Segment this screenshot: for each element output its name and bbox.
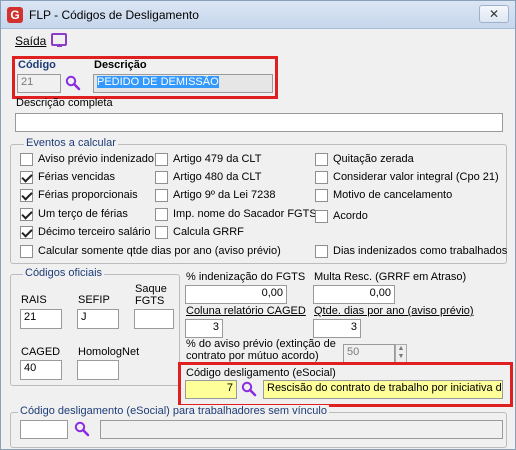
window-title: FLP - Códigos de Desligamento [29, 8, 199, 22]
label-artigo-479: Artigo 479 da CLT [173, 153, 262, 165]
rais-field[interactable]: 21 [20, 309, 62, 329]
label-um-terco-ferias: Um terço de férias [38, 208, 128, 220]
caged-label: CAGED [21, 346, 61, 358]
homolognet-label: HomologNet [78, 346, 140, 358]
spin-up-icon[interactable]: ▲ [396, 345, 406, 353]
label-imp-nome-sacador: Imp. nome do Sacador FGTS [173, 208, 317, 220]
highlight-box-header [12, 56, 278, 99]
caged-field[interactable]: 40 [20, 360, 62, 380]
eventos-group-title: Eventos a calcular [24, 137, 118, 149]
qtde-dias-label: Qtde. dias por ano (aviso prévio) [314, 305, 474, 317]
checkbox-artigo-480[interactable] [155, 171, 168, 184]
multa-resc-field[interactable]: 0,00 [313, 285, 395, 304]
sem-vinculo-label: Código desligamento (eSocial) para traba… [18, 405, 329, 417]
label-decimo-terceiro: Décimo terceiro salário [38, 226, 151, 238]
checkbox-decimo-terceiro[interactable] [20, 226, 33, 239]
label-ferias-proporcionais: Férias proporcionais [38, 189, 138, 201]
sem-vinculo-description-field[interactable] [100, 420, 503, 439]
menu-item-saida[interactable]: Saída [15, 34, 46, 48]
close-button[interactable]: ✕ [479, 5, 509, 23]
pct-aviso-label-2: contrato por mútuo acordo) [186, 350, 319, 362]
descricao-completa-label: Descrição completa [16, 97, 113, 109]
label-ferias-vencidas: Férias vencidas [38, 171, 116, 183]
multa-resc-label: Multa Resc. (GRRF em Atraso) [314, 271, 467, 283]
app-logo-icon: G [7, 7, 23, 23]
codigos-oficiais-title: Códigos oficiais [23, 267, 105, 279]
pct-aviso-field[interactable]: 50 [343, 344, 395, 363]
saque-label-2: FGTS [135, 295, 165, 307]
sem-vinculo-search-icon[interactable] [74, 421, 90, 437]
checkbox-dias-indenizados[interactable] [315, 245, 328, 258]
app-window: G FLP - Códigos de Desligamento ✕ Saída … [0, 0, 516, 450]
coluna-caged-label: Coluna relatório CAGED [186, 305, 306, 317]
checkbox-quitacao-zerada[interactable] [315, 153, 328, 166]
descricao-completa-field[interactable] [15, 113, 503, 132]
checkbox-um-terco-ferias[interactable] [20, 208, 33, 221]
label-artigo-9: Artigo 9º da Lei 7238 [173, 189, 276, 201]
sefip-field[interactable]: J [77, 309, 119, 329]
label-acordo: Acordo [333, 210, 368, 222]
checkbox-aviso-previo[interactable] [20, 153, 33, 166]
label-considerar-valor: Considerar valor integral (Cpo 21) [333, 171, 499, 183]
checkbox-calcula-grrf[interactable] [155, 226, 168, 239]
saque-field[interactable] [134, 309, 174, 329]
qtde-dias-field[interactable]: 3 [313, 319, 361, 338]
checkbox-artigo-9[interactable] [155, 189, 168, 202]
label-dias-indenizados: Dias indenizados como trabalhados [333, 245, 508, 257]
indenizacao-fgts-field[interactable]: 0,00 [185, 285, 287, 304]
checkbox-ferias-proporcionais[interactable] [20, 189, 33, 202]
monitor-icon[interactable] [51, 33, 67, 47]
spin-down-icon[interactable]: ▼ [396, 353, 406, 361]
checkbox-imp-nome-sacador[interactable] [155, 208, 168, 221]
label-calcular-somente: Calcular somente qtde dias por ano (avis… [38, 245, 281, 257]
checkbox-calcular-somente[interactable] [20, 245, 33, 258]
checkbox-ferias-vencidas[interactable] [20, 171, 33, 184]
label-calcula-grrf: Calcula GRRF [173, 226, 244, 238]
homolognet-field[interactable] [77, 360, 119, 380]
highlight-box-esocial [178, 362, 513, 407]
pct-aviso-spinner[interactable]: ▲ ▼ [395, 344, 407, 363]
pct-aviso-label-1: % do aviso prévio (extinção de [186, 338, 336, 350]
label-artigo-480: Artigo 480 da CLT [173, 171, 262, 183]
saque-label-1: Saque [135, 283, 167, 295]
label-aviso-previo: Aviso prévio indenizado [38, 153, 154, 165]
title-bar: G FLP - Códigos de Desligamento ✕ [1, 1, 515, 29]
sem-vinculo-code-field[interactable] [20, 420, 68, 439]
coluna-caged-field[interactable]: 3 [185, 319, 223, 338]
label-quitacao-zerada: Quitação zerada [333, 153, 414, 165]
indenizacao-fgts-label: % indenização do FGTS [186, 271, 306, 283]
sefip-label: SEFIP [78, 294, 110, 306]
label-motivo-cancelamento: Motivo de cancelamento [333, 189, 453, 201]
checkbox-artigo-479[interactable] [155, 153, 168, 166]
checkbox-motivo-cancelamento[interactable] [315, 189, 328, 202]
checkbox-acordo[interactable] [315, 210, 328, 223]
menu-bar: Saída [1, 30, 515, 50]
checkbox-considerar-valor[interactable] [315, 171, 328, 184]
rais-label: RAIS [21, 294, 47, 306]
